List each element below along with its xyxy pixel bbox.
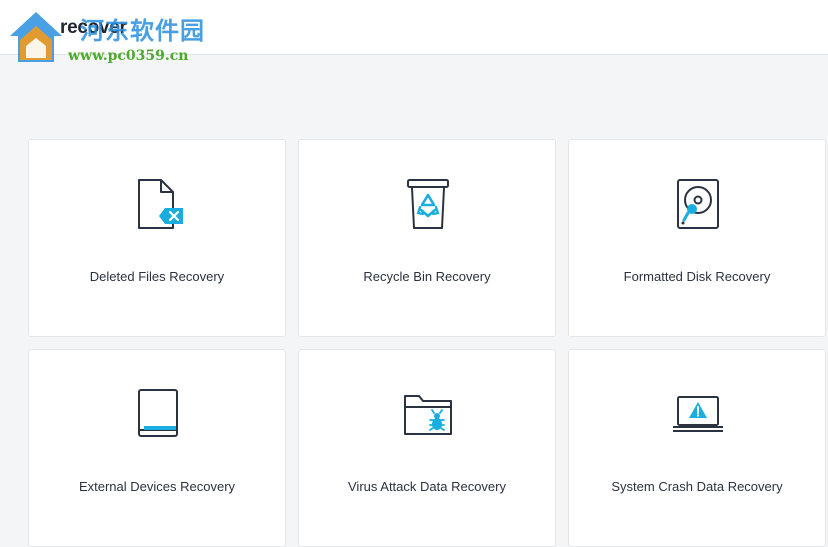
watermark-url: www.pc0359.cn bbox=[68, 48, 189, 64]
card-label: External Devices Recovery bbox=[78, 479, 236, 494]
system-crash-icon bbox=[673, 396, 723, 432]
watermark-logo-icon bbox=[10, 12, 62, 62]
app-header: recover 河东软件园 bbox=[0, 0, 828, 62]
virus-folder-icon bbox=[404, 395, 452, 435]
card-label: Virus Attack Data Recovery bbox=[348, 479, 506, 494]
card-label: Recycle Bin Recovery bbox=[363, 269, 491, 284]
card-formatted-disk-recovery[interactable]: Formatted Disk Recovery bbox=[568, 139, 826, 337]
card-label: Deleted Files Recovery bbox=[89, 269, 225, 284]
external-device-icon bbox=[138, 389, 178, 437]
card-deleted-files-recovery[interactable]: Deleted Files Recovery bbox=[28, 139, 286, 337]
card-virus-attack-data-recovery[interactable]: Virus Attack Data Recovery bbox=[298, 349, 556, 547]
hard-disk-icon bbox=[677, 179, 719, 229]
card-external-devices-recovery[interactable]: External Devices Recovery bbox=[28, 349, 286, 547]
card-label: Formatted Disk Recovery bbox=[623, 269, 771, 284]
recycle-bin-icon bbox=[407, 179, 449, 229]
card-recycle-bin-recovery[interactable]: Recycle Bin Recovery bbox=[298, 139, 556, 337]
card-system-crash-data-recovery[interactable]: System Crash Data Recovery bbox=[568, 349, 826, 547]
watermark-text: 河东软件园 bbox=[80, 17, 205, 45]
card-label: System Crash Data Recovery bbox=[611, 479, 783, 494]
deleted-file-icon bbox=[138, 179, 183, 229]
